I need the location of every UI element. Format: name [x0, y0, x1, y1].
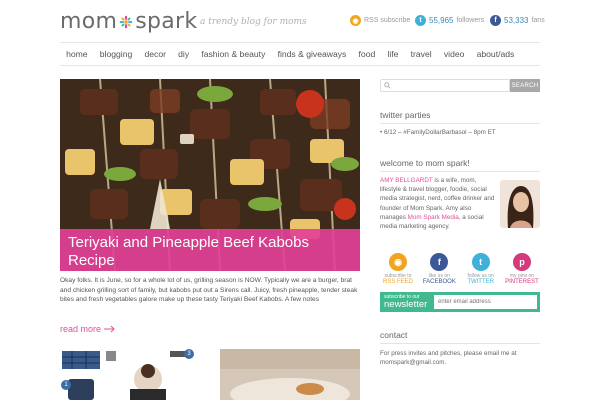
newsletter-label: newsletter [384, 299, 428, 310]
arrow-right-icon [104, 325, 115, 333]
facebook-fans-label: fans [531, 17, 545, 24]
nav-life[interactable]: life [381, 49, 404, 59]
welcome-heading: welcome to mom spark! [380, 158, 470, 168]
site-logo[interactable]: mom spark [60, 9, 197, 34]
search-input[interactable] [380, 79, 510, 92]
nav-about-ads[interactable]: about/ads [471, 49, 521, 59]
fashion-collage-image [60, 349, 195, 400]
follow-pinterest-label: PINTEREST [505, 279, 539, 285]
featured-post-image[interactable]: Teriyaki and Pineapple Beef Kabobs Recip… [60, 79, 360, 271]
follow-rss-label: RSS FEED [382, 279, 413, 285]
rss-icon: ◉ [389, 253, 407, 271]
divider [380, 171, 540, 172]
nav-video[interactable]: video [438, 49, 471, 59]
divider [380, 343, 540, 344]
logo-flower-icon [119, 15, 133, 29]
rss-subscribe-label: RSS subscribe [364, 17, 411, 24]
read-more-label: read more [60, 324, 102, 334]
pinterest-icon: p [512, 253, 531, 271]
divider [380, 123, 540, 124]
nav-diy[interactable]: diy [172, 49, 195, 59]
follow-links: ◉ subscribe to RSS FEED f like us on FAC… [380, 253, 540, 286]
mom-spark-media-link[interactable]: Mom Spark Media [408, 214, 459, 221]
food-photo [220, 349, 360, 400]
twitter-party-text: 6/12 – #FamilyDollarBarbasol – 8pm ET [383, 129, 496, 136]
search-button[interactable]: SEARCH [510, 79, 540, 92]
author-name-link[interactable]: AMY BELLGARDT [380, 177, 433, 184]
nav-blogging[interactable]: blogging [94, 49, 139, 59]
main-nav: home blogging decor diy fashion & beauty… [60, 42, 540, 66]
follow-pinterest-link[interactable]: p my pins on PINTEREST [504, 253, 540, 286]
twitter-icon: t [471, 253, 490, 271]
read-more-link[interactable]: read more [60, 324, 116, 334]
contact-text: For press invites and pitches, please em… [380, 349, 540, 367]
twitter-parties-heading: twitter parties [380, 110, 431, 120]
logo-text-spark: spark [135, 9, 198, 34]
follow-facebook-label: FACEBOOK [422, 279, 456, 285]
tagline: a trendy blog for moms [200, 17, 307, 27]
contact-email-link[interactable]: momspark@gmail.com. [380, 359, 446, 366]
follow-twitter-label: TWITTER [467, 279, 494, 285]
author-photo [500, 180, 540, 228]
post-thumbnail-fashion[interactable]: 1 3 [60, 349, 195, 400]
twitter-followers-label: followers [456, 17, 485, 24]
facebook-fans-link[interactable]: f 53,333 fans [490, 15, 545, 26]
contact-text-body: For press invites and pitches, please em… [380, 350, 517, 357]
twitter-follower-count: 55,965 [429, 16, 454, 25]
item-number-badge: 1 [61, 380, 71, 390]
follow-twitter-link[interactable]: t follow us on TWITTER [463, 253, 499, 286]
site-header: mom spark a trendy blog for moms ◉ RSS su… [0, 0, 600, 42]
twitter-party-item[interactable]: • 6/12 – #FamilyDollarBarbasol – 8pm ET [380, 128, 496, 137]
featured-post-title[interactable]: Teriyaki and Pineapple Beef Kabobs Recip… [60, 229, 360, 271]
rss-subscribe-link[interactable]: ◉ RSS subscribe [350, 15, 410, 26]
twitter-followers-link[interactable]: t 55,965 followers [415, 15, 484, 26]
nav-decor[interactable]: decor [138, 49, 172, 59]
rss-icon: ◉ [350, 15, 361, 26]
newsletter-email-input[interactable] [434, 295, 537, 309]
post-thumbnail-food[interactable] [220, 349, 360, 400]
twitter-icon: t [415, 15, 426, 26]
nav-fashion-beauty[interactable]: fashion & beauty [195, 49, 271, 59]
nav-travel[interactable]: travel [405, 49, 438, 59]
follow-facebook-link[interactable]: f like us on FACEBOOK [421, 253, 457, 286]
nav-finds-giveaways[interactable]: finds & giveaways [271, 49, 352, 59]
follow-rss-link[interactable]: ◉ subscribe to RSS FEED [380, 253, 416, 286]
facebook-icon: f [490, 15, 501, 26]
facebook-fan-count: 53,333 [504, 16, 529, 25]
search-icon [384, 82, 391, 89]
nav-home[interactable]: home [60, 49, 94, 59]
facebook-icon: f [430, 253, 449, 271]
logo-text-mom: mom [60, 9, 118, 34]
author-avatar [500, 180, 540, 228]
newsletter-signup: subscribe to our newsletter [380, 292, 540, 312]
contact-heading: contact [380, 330, 408, 340]
item-number-badge: 3 [184, 349, 194, 359]
author-bio: AMY BELLGARDT is a wife, mom, lifestyle … [380, 176, 495, 231]
nav-food[interactable]: food [352, 49, 381, 59]
post-excerpt: Okay folks. It is June, so for a whole l… [60, 277, 358, 304]
